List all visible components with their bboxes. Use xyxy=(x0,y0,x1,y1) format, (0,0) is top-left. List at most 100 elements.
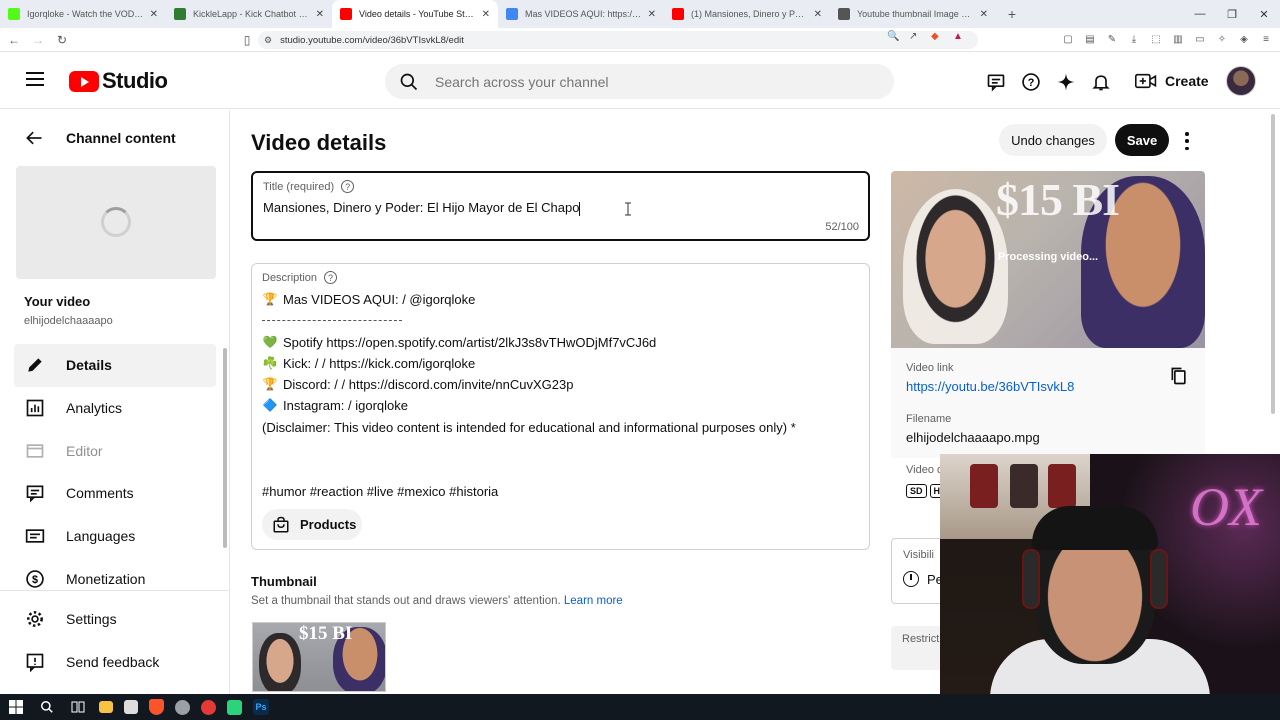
video-camera-plus-icon xyxy=(1135,73,1157,89)
close-window-icon[interactable]: ✕ xyxy=(1248,0,1280,28)
site-info-icon[interactable]: ⚙ xyxy=(264,35,272,46)
title-input[interactable]: Mansiones, Dinero y Poder: El Hijo Mayor… xyxy=(263,200,581,216)
bookmark-icon[interactable]: ▯ xyxy=(237,33,257,47)
description-line-text: Kick: / / https://kick.com/igorqloke xyxy=(283,355,476,371)
description-line-text: Spotify https://open.spotify.com/artist/… xyxy=(283,334,657,350)
reload-icon[interactable]: ↻ xyxy=(52,33,72,47)
zoom-icon[interactable]: 🔍 xyxy=(887,31,903,42)
more-options-icon[interactable] xyxy=(1183,132,1191,150)
taskbar-search-icon[interactable] xyxy=(37,697,57,717)
url-field[interactable]: ⚙ studio.youtube.com/video/36bVTIsvkL8/e… xyxy=(258,31,978,49)
browser-tab[interactable]: Mas VIDEOS AQUI: https://www... ✕ xyxy=(498,0,664,28)
feedback-icon xyxy=(24,651,46,673)
video-preview[interactable]: $15 BI Processing video... xyxy=(891,171,1205,348)
tab-close-icon[interactable]: ✕ xyxy=(316,9,324,20)
download-icon[interactable]: ⤓ xyxy=(1126,31,1142,47)
file-explorer-icon[interactable] xyxy=(99,701,113,713)
sidebar-item-editor[interactable]: Editor xyxy=(14,429,216,472)
avatar[interactable] xyxy=(1226,66,1256,96)
brave-rewards-icon[interactable]: ▲ xyxy=(953,31,969,42)
description-field[interactable]: Description ? 🏆 Mas VIDEOS AQUI: / @igorq… xyxy=(251,263,870,550)
forward-nav-icon[interactable]: → xyxy=(28,33,48,47)
sidebar-item-label: Comments xyxy=(66,485,134,502)
extension-icon[interactable]: ▤ xyxy=(1082,31,1098,47)
share-icon[interactable]: ↗ xyxy=(909,31,925,42)
thumbnail-option[interactable]: $15 BI xyxy=(252,622,386,692)
photoshop-icon[interactable]: Ps xyxy=(253,699,269,715)
main-scrollbar[interactable] xyxy=(1271,114,1275,414)
sidebar-item-comments[interactable]: Comments xyxy=(14,472,216,515)
thumbnail-overlay-text: $15 BI xyxy=(299,623,353,644)
menu-icon[interactable]: ≡ xyxy=(1258,31,1274,47)
app-icon[interactable] xyxy=(175,699,190,715)
browser-tab[interactable]: (1) Mansiones, Dinero y Poder: El Hijo..… xyxy=(664,0,830,28)
youtube-studio-logo[interactable]: Studio xyxy=(69,68,168,94)
title-field[interactable]: Title (required) ? Mansiones, Dinero y P… xyxy=(251,171,870,241)
help-icon[interactable]: ? xyxy=(324,271,338,284)
browser-tab[interactable]: KickleLapp - Kick Chatbot and Overlays ✕ xyxy=(166,0,332,28)
wallet-icon[interactable]: ▭ xyxy=(1192,31,1208,47)
extension-icon[interactable]: ⬚ xyxy=(1148,31,1164,47)
minimize-icon[interactable]: — xyxy=(1184,0,1216,28)
undo-changes-button[interactable]: Undo changes xyxy=(999,124,1107,156)
browser-tab[interactable]: Youtube thumbnail Image View and ... ✕ xyxy=(830,0,996,28)
copy-icon[interactable] xyxy=(1169,366,1189,386)
task-view-icon[interactable] xyxy=(68,697,88,717)
extension-icon[interactable]: ▢ xyxy=(1060,31,1076,47)
sidebar-item-monetization[interactable]: $ Monetization xyxy=(14,557,216,600)
new-tab-button[interactable]: + xyxy=(1002,6,1022,22)
learn-more-link[interactable]: Learn more xyxy=(564,595,623,607)
search-input[interactable] xyxy=(435,73,835,90)
sidebar-item-settings[interactable]: Settings xyxy=(14,598,216,641)
description-line: (Disclaimer: This video content is inten… xyxy=(262,417,796,438)
store-icon[interactable] xyxy=(124,700,138,714)
create-button[interactable]: Create xyxy=(1125,63,1211,99)
app-icon[interactable] xyxy=(227,699,242,715)
video-link[interactable]: https://youtu.be/36bVTIsvkL8 xyxy=(906,379,1074,394)
messages-icon[interactable] xyxy=(984,70,1007,93)
tab-close-icon[interactable]: ✕ xyxy=(150,9,158,20)
sidebar-toggle-icon[interactable]: ▥ xyxy=(1170,31,1186,47)
windows-start-icon[interactable] xyxy=(6,697,26,717)
extension-icon[interactable]: ✎ xyxy=(1104,31,1120,47)
brave-shield-icon[interactable]: ◆ xyxy=(931,31,947,42)
channel-search-bar[interactable] xyxy=(385,64,894,99)
description-text[interactable]: 🏆 Mas VIDEOS AQUI: / @igorqloke 💚 Spotify h… xyxy=(262,289,796,502)
notifications-icon[interactable] xyxy=(1089,70,1112,93)
sidebar-item-send-feedback[interactable]: Send feedback xyxy=(14,641,216,684)
tab-strip: Igorqloke - Watch the VOD on Kick✕Kickle… xyxy=(0,0,996,28)
hamburger-menu-icon[interactable] xyxy=(26,72,44,86)
tab-label: KickleLapp - Kick Chatbot and Overlays xyxy=(193,9,310,19)
channel-content-link[interactable]: Channel content xyxy=(66,130,176,146)
tab-label: (1) Mansiones, Dinero y Poder: El Hijo..… xyxy=(691,9,808,19)
brave-browser-icon[interactable] xyxy=(149,699,164,715)
text-caret xyxy=(579,201,581,216)
save-button[interactable]: Save xyxy=(1115,124,1169,156)
browser-tab[interactable]: Igorqloke - Watch the VOD on Kick ✕ xyxy=(0,0,166,28)
sidebar-item-analytics[interactable]: Analytics xyxy=(14,387,216,430)
products-button[interactable]: Products xyxy=(262,509,362,540)
sidebar-item-languages[interactable]: Languages xyxy=(14,515,216,558)
processing-status: Processing video... xyxy=(997,251,1099,263)
leo-icon[interactable]: ✧ xyxy=(1214,31,1230,47)
browser-tab[interactable]: Video details - YouTube Studio ✕ xyxy=(332,0,498,28)
products-label: Products xyxy=(300,517,357,532)
app-icon[interactable] xyxy=(201,699,216,715)
restore-icon[interactable]: ❐ xyxy=(1216,0,1248,28)
description-field-label: Description ? xyxy=(262,271,338,284)
sidebar-scrollbar[interactable] xyxy=(223,348,227,548)
vpn-icon[interactable]: ◈ xyxy=(1236,31,1252,47)
tab-close-icon[interactable]: ✕ xyxy=(980,9,988,20)
sparkle-icon[interactable] xyxy=(1054,70,1077,93)
back-nav-icon[interactable]: ← xyxy=(4,33,24,47)
tab-close-icon[interactable]: ✕ xyxy=(814,9,822,20)
help-icon[interactable]: ? xyxy=(1019,70,1042,93)
filename-label: Filename xyxy=(906,413,952,425)
clock-icon xyxy=(903,571,919,587)
tab-close-icon[interactable]: ✕ xyxy=(648,9,656,20)
help-icon[interactable]: ? xyxy=(341,180,355,193)
tab-close-icon[interactable]: ✕ xyxy=(482,9,490,20)
back-arrow-icon[interactable] xyxy=(24,128,44,148)
pencil-icon xyxy=(24,354,46,376)
sidebar-item-details[interactable]: Details xyxy=(14,344,216,387)
